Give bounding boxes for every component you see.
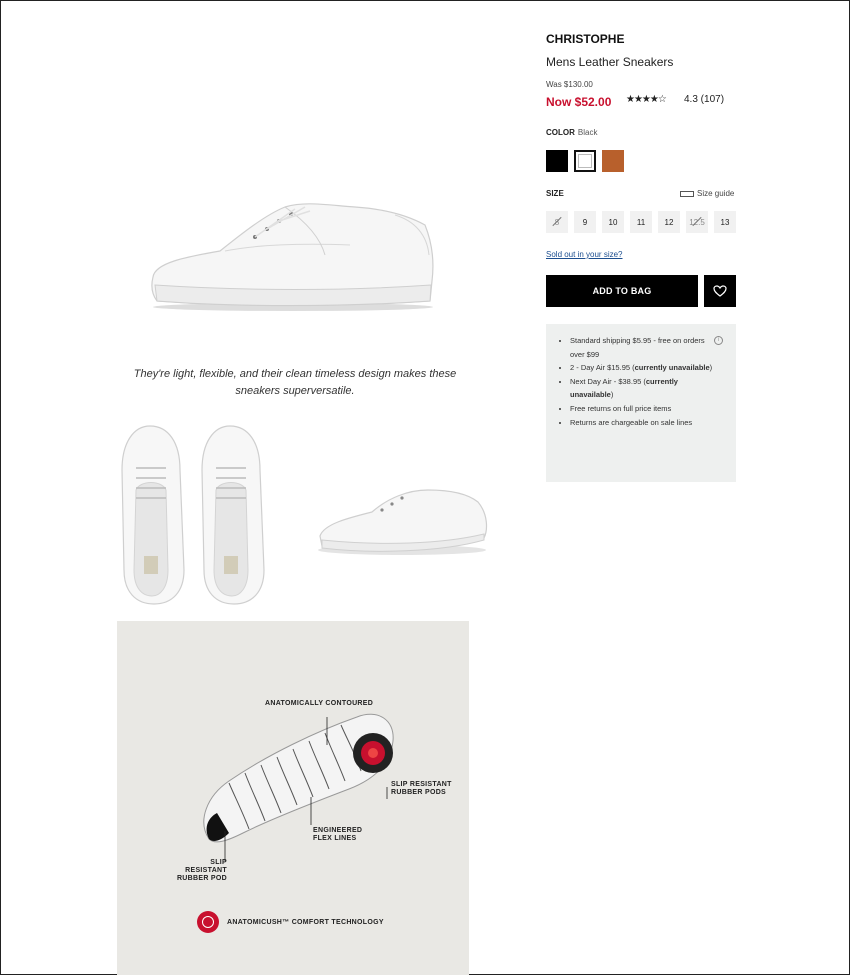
size-option-8[interactable]: 8 <box>546 211 568 233</box>
size-option-10[interactable]: 10 <box>602 211 624 233</box>
comfort-technology-infographic: ANATOMICALLY CONTOURED SLIP RESISTANT RU… <box>117 621 469 975</box>
shipping-info-box: Standard shipping $5.95 - free on orders… <box>546 324 736 482</box>
size-option-11[interactable]: 11 <box>630 211 652 233</box>
add-to-bag-button[interactable]: ADD TO BAG <box>546 275 698 307</box>
was-price: Was $130.00 <box>546 80 593 89</box>
ruler-icon <box>680 190 694 197</box>
swatch-tan[interactable] <box>602 150 624 172</box>
product-angle-image[interactable] <box>312 480 494 580</box>
comfort-technology-label: ANATOMICUSH™ COMFORT TECHNOLOGY <box>227 918 384 926</box>
size-option-12[interactable]: 12 <box>658 211 680 233</box>
sold-out-size-link[interactable]: Sold out in your size? <box>546 250 623 259</box>
now-price: Now $52.00 <box>546 95 612 109</box>
callout-pod-left: SLIP RESISTANT RUBBER POD <box>176 859 227 882</box>
callout-flex-lines: ENGINEERED FLEX LINES <box>313 827 363 842</box>
product-brand: CHRISTOPHE <box>546 32 625 46</box>
rating-stars-icon[interactable]: ★★★★☆ <box>626 94 667 105</box>
color-row: COLOR Black <box>546 128 597 137</box>
shipping-nextday: Next Day Air - $38.95 (currently unavail… <box>570 375 720 402</box>
size-option-13[interactable]: 13 <box>714 211 736 233</box>
product-tagline: They're light, flexible, and their clean… <box>133 368 457 397</box>
info-icon[interactable]: i <box>714 336 723 345</box>
shipping-standard: Standard shipping $5.95 - free on orders… <box>570 334 720 361</box>
wishlist-button[interactable] <box>704 275 736 307</box>
size-option-9[interactable]: 9 <box>574 211 596 233</box>
callout-contoured: ANATOMICALLY CONTOURED <box>265 700 374 707</box>
color-label: COLOR <box>546 128 575 137</box>
color-value: Black <box>577 128 598 137</box>
shipping-sale-returns: Returns are chargeable on sale lines <box>570 416 720 430</box>
size-label: SIZE <box>546 189 564 198</box>
callout-pods-right: SLIP RESISTANT RUBBER PODS <box>391 781 452 796</box>
size-guide-link[interactable]: Size guide <box>680 189 734 198</box>
anatomicush-logo-icon <box>197 911 219 933</box>
swatch-white[interactable] <box>574 150 596 172</box>
size-options: 8 9 10 11 12 12.5 13 <box>546 211 736 233</box>
shipping-2day: 2 - Day Air $15.95 (currently unavailabl… <box>570 361 720 375</box>
heart-icon <box>713 285 727 297</box>
product-name: Mens Leather Sneakers <box>546 55 674 69</box>
shipping-list: Standard shipping $5.95 - free on orders… <box>560 334 720 429</box>
swatch-black[interactable] <box>546 150 568 172</box>
size-option-12-5[interactable]: 12.5 <box>686 211 708 233</box>
product-main-image[interactable] <box>145 185 440 315</box>
shipping-free-returns: Free returns on full price items <box>570 402 720 416</box>
comfort-technology: ANATOMICUSH™ COMFORT TECHNOLOGY <box>197 911 384 933</box>
rating-text[interactable]: 4.3 (107) <box>684 94 724 105</box>
product-top-view-image[interactable] <box>116 420 288 608</box>
size-guide-label: Size guide <box>697 189 735 198</box>
